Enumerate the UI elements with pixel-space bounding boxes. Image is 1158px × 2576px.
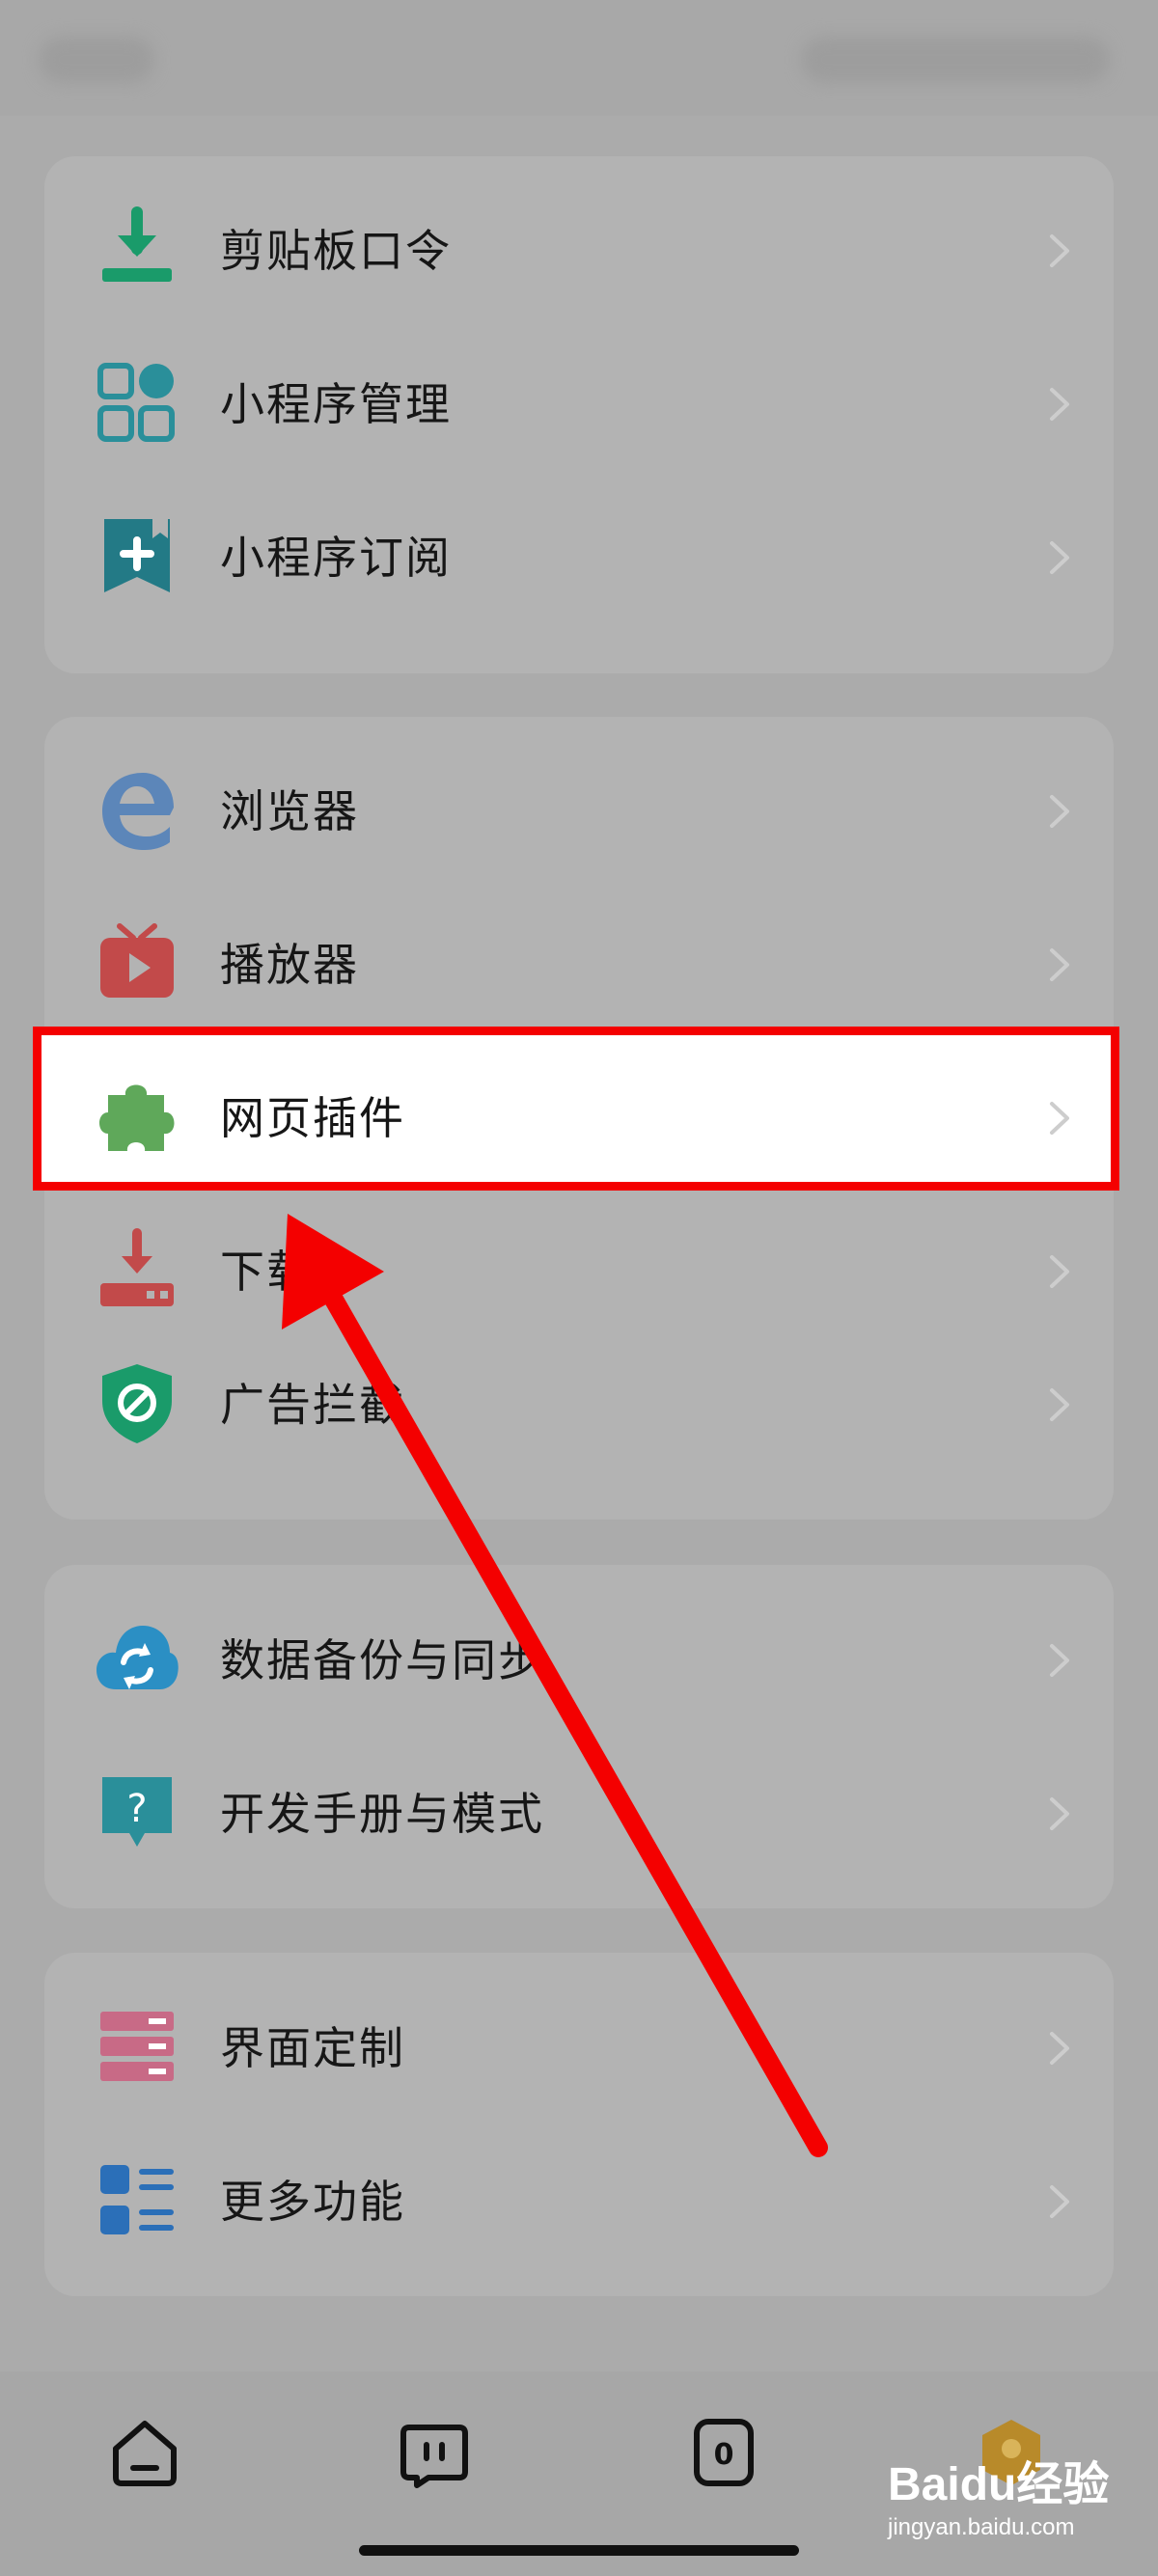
menu-item-more-features[interactable]: 更多功能 xyxy=(44,2124,1114,2279)
chevron-right-icon xyxy=(1033,1246,1085,1298)
puzzle-icon xyxy=(95,1074,179,1159)
menu-item-dev-manual-mode[interactable]: ? 开发手册与模式 xyxy=(44,1737,1114,1891)
home-icon[interactable] xyxy=(106,2414,183,2491)
browser-e-icon xyxy=(95,767,179,852)
layout-stack-icon xyxy=(95,2004,179,2089)
tabs-icon[interactable]: 0 xyxy=(685,2414,762,2491)
menu-item-label: 小程序订阅 xyxy=(220,532,452,584)
menu-item-label: 剪贴板口令 xyxy=(220,225,452,277)
bookmark-plus-icon xyxy=(95,513,179,598)
menu-item-label: 网页插件 xyxy=(220,1092,405,1144)
menu-item-label: 广告拦截 xyxy=(220,1379,405,1431)
watermark-url: jingyan.baidu.com xyxy=(888,2514,1075,2540)
watermark: Baidu经验 jingyan.baidu.com xyxy=(888,2458,1129,2545)
menu-item-label: 开发手册与模式 xyxy=(220,1788,544,1840)
tab-count: 0 xyxy=(714,2438,734,2472)
chevron-right-icon xyxy=(1033,225,1085,277)
clipboard-download-icon xyxy=(95,206,179,291)
chevron-right-icon xyxy=(1033,939,1085,991)
menu-item-data-backup-sync[interactable]: 数据备份与同步 xyxy=(44,1583,1114,1738)
menu-item-browser[interactable]: 浏览器 xyxy=(44,734,1114,889)
download-tray-icon xyxy=(95,1227,179,1312)
menu-item-clipboard-command[interactable]: 剪贴板口令 xyxy=(44,174,1114,328)
home-indicator xyxy=(359,2545,799,2556)
list-more-icon xyxy=(95,2157,179,2242)
menu-item-mini-program-manage[interactable]: 小程序管理 xyxy=(44,327,1114,481)
menu-item-label: 界面定制 xyxy=(220,2022,405,2074)
help-bubble-icon: ? xyxy=(95,1769,179,1854)
svg-text:?: ? xyxy=(126,1787,147,1831)
menu-item-web-plugin[interactable]: 网页插件 xyxy=(44,1041,1114,1195)
blurred-status xyxy=(801,37,1110,83)
chevron-right-icon xyxy=(1033,2022,1085,2074)
menu-item-label: 小程序管理 xyxy=(220,378,452,430)
cloud-sync-icon xyxy=(95,1616,179,1701)
menu-item-label: 播放器 xyxy=(220,939,359,991)
menu-item-label: 更多功能 xyxy=(220,2176,405,2228)
smile-icon[interactable] xyxy=(396,2414,473,2491)
chevron-right-icon xyxy=(1033,532,1085,584)
chevron-right-icon xyxy=(1033,1092,1085,1144)
chevron-right-icon xyxy=(1033,2176,1085,2228)
watermark-logo: Baidu经验 xyxy=(888,2459,1110,2510)
menu-item-label: 浏览器 xyxy=(220,785,359,837)
menu-item-mini-program-subscribe[interactable]: 小程序订阅 xyxy=(44,480,1114,635)
menu-item-download[interactable]: 下载 xyxy=(44,1194,1114,1349)
menu-item-ad-block[interactable]: 广告拦截 xyxy=(44,1328,1114,1482)
chevron-right-icon xyxy=(1033,1788,1085,1840)
chevron-right-icon xyxy=(1033,1379,1085,1431)
shield-block-icon xyxy=(95,1360,179,1445)
menu-item-player[interactable]: 播放器 xyxy=(44,888,1114,1042)
menu-item-label: 下载 xyxy=(220,1246,313,1298)
tv-play-icon xyxy=(95,920,179,1005)
blurred-title xyxy=(39,37,154,83)
menu-item-label: 数据备份与同步 xyxy=(220,1634,544,1686)
apps-grid-icon xyxy=(95,360,179,445)
menu-item-ui-customize[interactable]: 界面定制 xyxy=(44,1971,1114,2125)
chevron-right-icon xyxy=(1033,785,1085,837)
chevron-right-icon xyxy=(1033,378,1085,430)
top-status-bar xyxy=(0,0,1158,116)
chevron-right-icon xyxy=(1033,1634,1085,1686)
